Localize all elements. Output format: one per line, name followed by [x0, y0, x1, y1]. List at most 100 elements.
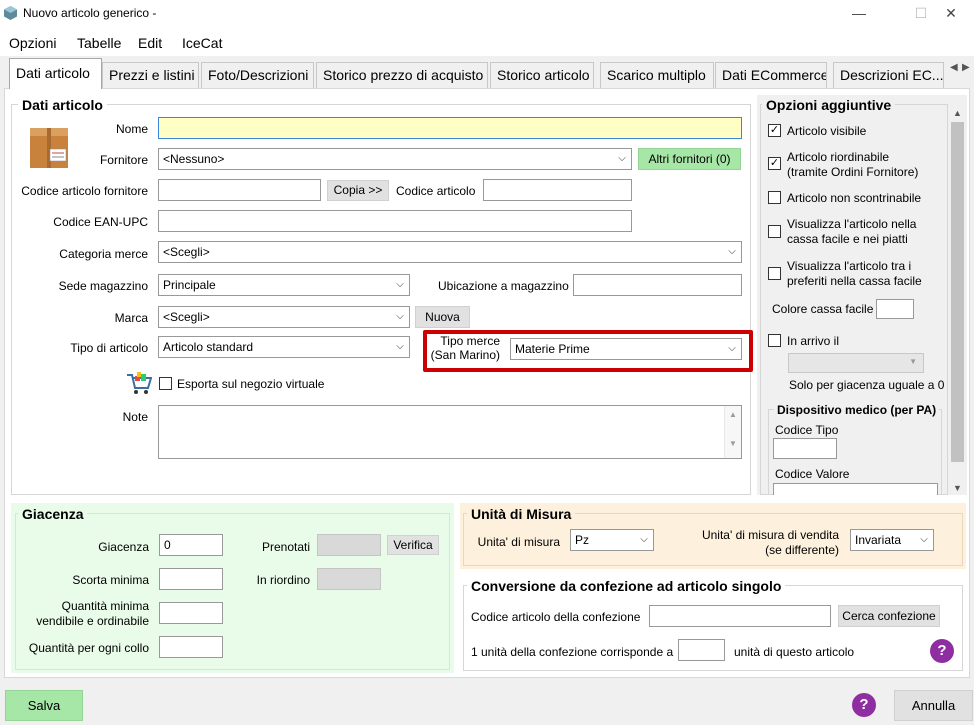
ean-input[interactable]: [158, 210, 632, 232]
solo-giacenza-label: Solo per giacenza uguale a 0: [789, 378, 945, 392]
articolo-riordinabile-checkbox[interactable]: ✓: [768, 157, 781, 170]
sede-select[interactable]: Principale ⌵: [158, 274, 410, 296]
scroll-down-icon[interactable]: ▼: [725, 439, 741, 448]
in-riordino-label: In riordino: [256, 573, 310, 587]
title-bar: Nuovo articolo generico - — ☐ ✕: [0, 0, 974, 28]
preferiti-cassa-label-2: preferiti nella cassa facile: [787, 274, 922, 288]
prenotati-label: Prenotati: [261, 540, 310, 554]
non-scontrinabile-checkbox[interactable]: [768, 191, 781, 204]
categoria-select[interactable]: <Scegli> ⌵: [158, 241, 742, 263]
menu-edit[interactable]: Edit: [138, 35, 162, 51]
nuova-marca-button[interactable]: Nuova: [415, 306, 470, 328]
marca-select[interactable]: <Scegli> ⌵: [158, 306, 410, 328]
chevron-down-icon: ⌵: [396, 311, 404, 322]
codice-confezione-label: Codice articolo della confezione: [471, 610, 641, 624]
tab-scarico-multiplo[interactable]: Scarico multiplo: [600, 62, 714, 88]
unita-vendita-label-2: (se differente): [765, 543, 839, 557]
preferiti-cassa-checkbox[interactable]: [768, 267, 781, 280]
tipo-merce-select[interactable]: Materie Prime ⌵: [510, 338, 742, 360]
unita-misura-title: Unità di Misura: [467, 506, 576, 522]
tipo-articolo-select[interactable]: Articolo standard ⌵: [158, 336, 410, 358]
close-button[interactable]: ✕: [928, 0, 974, 28]
tipo-articolo-value: Articolo standard: [163, 340, 254, 354]
copia-button[interactable]: Copia >>: [327, 180, 389, 201]
unita-vendita-select[interactable]: Invariata ⌵: [850, 529, 934, 551]
minimize-button[interactable]: —: [836, 0, 882, 28]
scorta-minima-input[interactable]: [159, 568, 223, 590]
chevron-down-icon: ⌵: [920, 534, 928, 545]
chevron-down-icon: ▼: [909, 357, 917, 366]
menu-tabelle[interactable]: Tabelle: [77, 35, 121, 51]
unita-misura-label: Unita' di misura: [477, 535, 560, 549]
verifica-button[interactable]: Verifica: [387, 535, 439, 555]
articolo-visibile-checkbox[interactable]: ✓: [768, 124, 781, 137]
cerca-confezione-button[interactable]: Cerca confezione: [838, 605, 940, 627]
esporta-checkbox[interactable]: [159, 377, 172, 390]
annulla-button[interactable]: Annulla: [894, 690, 973, 721]
marca-label: Marca: [114, 311, 148, 325]
non-scontrinabile-label: Articolo non scontrinabile: [787, 191, 922, 205]
nome-input[interactable]: [158, 117, 742, 139]
unita-confezione-input[interactable]: [678, 639, 725, 661]
ubicazione-input[interactable]: [573, 274, 742, 296]
help-icon[interactable]: ?: [930, 639, 954, 663]
articolo-visibile-label: Articolo visibile: [787, 124, 867, 138]
tab-dati-articolo[interactable]: Dati articolo: [9, 58, 102, 89]
codice-fornitore-input[interactable]: [158, 179, 321, 201]
opzioni-scrollbar[interactable]: ▲ ▼: [949, 104, 966, 495]
salva-button[interactable]: Salva: [5, 690, 83, 721]
codice-articolo-input[interactable]: [483, 179, 632, 201]
scroll-down-icon[interactable]: ▼: [949, 483, 966, 493]
fornitore-value: <Nessuno>: [163, 152, 225, 166]
tab-dati-ecommerce[interactable]: Dati ECommerce: [715, 62, 827, 88]
scorta-minima-label: Scorta minima: [72, 573, 149, 587]
colore-cassa-swatch[interactable]: [876, 299, 914, 319]
help-icon[interactable]: ?: [852, 693, 876, 717]
codice-valore-input[interactable]: [773, 483, 938, 495]
quantita-collo-label: Quantità per ogni collo: [28, 641, 149, 655]
cassa-facile-piatti-checkbox[interactable]: [768, 225, 781, 238]
tab-prezzi-listini[interactable]: Prezzi e listini: [102, 62, 199, 88]
colore-cassa-label: Colore cassa facile: [772, 302, 874, 316]
unita-vendita-label-1: Unita' di misura di vendita: [701, 528, 839, 542]
preferiti-cassa-label: Visualizza l'articolo tra i: [787, 259, 912, 273]
altri-fornitori-button[interactable]: Altri fornitori (0): [638, 148, 741, 170]
fornitore-select[interactable]: <Nessuno> ⌵: [158, 148, 632, 170]
tab-scroll-left-icon[interactable]: ◀: [950, 62, 960, 76]
codice-fornitore-label: Codice articolo fornitore: [21, 184, 148, 198]
tab-descrizioni-ec[interactable]: Descrizioni EC...: [833, 62, 944, 88]
scrollbar-thumb[interactable]: [951, 122, 964, 462]
menu-icecat[interactable]: IceCat: [182, 35, 222, 51]
in-arrivo-checkbox[interactable]: [768, 334, 781, 347]
articolo-riordinabile-label: Articolo riordinabile: [787, 150, 890, 164]
note-textarea[interactable]: ▲ ▼: [158, 405, 742, 459]
scroll-up-icon[interactable]: ▲: [949, 108, 966, 118]
in-arrivo-date-picker[interactable]: ▼: [788, 353, 924, 373]
tab-foto-descrizioni[interactable]: Foto/Descrizioni: [201, 62, 314, 88]
chevron-down-icon: ⌵: [396, 279, 404, 290]
quantita-minima-label-2: vendibile e ordinabile: [36, 614, 149, 628]
menu-opzioni[interactable]: Opzioni: [9, 35, 56, 51]
ubicazione-label: Ubicazione a magazzino: [438, 279, 569, 293]
tipo-merce-label-1: Tipo merce: [440, 334, 500, 348]
codice-confezione-input[interactable]: [649, 605, 831, 627]
in-arrivo-label: In arrivo il: [787, 334, 840, 348]
shopping-cart-icon: [127, 372, 152, 394]
tipo-articolo-label: Tipo di articolo: [70, 341, 148, 355]
note-scrollbar[interactable]: ▲ ▼: [724, 406, 741, 458]
quantita-collo-input[interactable]: [159, 636, 223, 658]
in-riordino-field: [317, 568, 381, 590]
tab-storico-articolo[interactable]: Storico articolo: [490, 62, 594, 88]
tab-storico-prezzo[interactable]: Storico prezzo di acquisto: [316, 62, 488, 88]
note-label: Note: [122, 410, 148, 424]
unita-vendita-value: Invariata: [855, 533, 902, 547]
quantita-minima-input[interactable]: [159, 602, 223, 624]
tipo-merce-value: Materie Prime: [515, 342, 590, 356]
tab-scroll-right-icon[interactable]: ▶: [962, 62, 972, 76]
unita-misura-select[interactable]: Pz ⌵: [570, 529, 654, 551]
unita-articolo-suffix: unità di questo articolo: [734, 645, 855, 659]
codice-tipo-input[interactable]: [773, 438, 837, 459]
giacenza-input[interactable]: 0: [159, 534, 223, 556]
scroll-up-icon[interactable]: ▲: [725, 410, 741, 419]
unita-misura-value: Pz: [575, 533, 590, 547]
